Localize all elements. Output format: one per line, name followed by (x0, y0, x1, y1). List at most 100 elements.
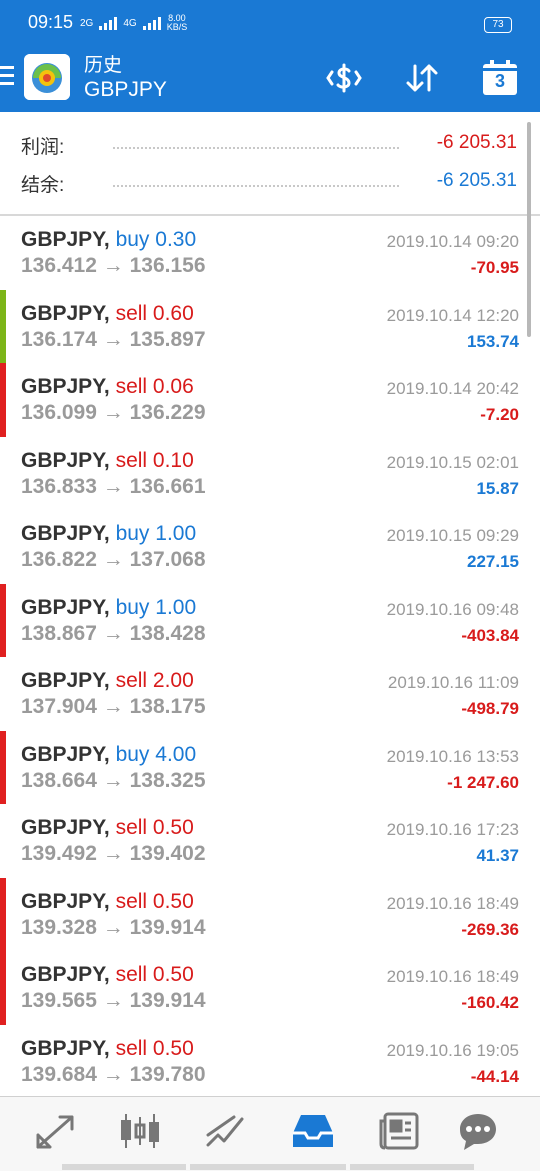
open-price: 139.565 (21, 989, 97, 1012)
arrow-right-icon: → (96, 327, 130, 351)
trade-row[interactable]: GBPJPY, sell 0.60 136.174 → 135.897 2019.1… (0, 289, 540, 364)
trade-profit: -1 247.60 (447, 772, 519, 792)
signal-icon (99, 16, 118, 30)
trade-row[interactable]: GBPJPY, sell 0.10 136.833 → 136.661 2019.1… (0, 436, 540, 511)
currency-icon[interactable] (324, 58, 364, 98)
trade-row[interactable]: GBPJPY, buy 4.00 138.664 → 138.325 2019.10… (0, 730, 540, 805)
trade-volume: 0.10 (152, 448, 194, 472)
arrow-right-icon: → (96, 474, 130, 498)
trade-volume: 0.50 (152, 1036, 194, 1060)
close-price: 139.914 (129, 915, 206, 939)
bottom-nav (0, 1096, 540, 1171)
trade-time: 2019.10.15 09:29 (386, 526, 519, 545)
trade-title: GBPJPY, buy 4.00 (21, 743, 196, 767)
chart-icon[interactable] (118, 1111, 162, 1151)
trade-symbol: GBPJPY, (21, 448, 110, 472)
trade-row[interactable]: GBPJPY, sell 0.50 139.328 → 139.914 2019.1… (0, 877, 540, 952)
trade-time: 2019.10.14 12:20 (386, 305, 519, 325)
trade-side: buy (115, 742, 150, 766)
trade-time: 2019.10.16 19:05 (386, 1040, 519, 1060)
close-price: 136.661 (129, 474, 206, 498)
trade-icon[interactable] (204, 1111, 248, 1151)
hamburger-icon[interactable] (0, 66, 14, 90)
trade-title: GBPJPY, sell 0.10 (21, 449, 194, 473)
trade-list[interactable]: GBPJPY, buy 0.30 136.412 → 136.156 2019.10… (0, 216, 540, 1096)
trade-side: buy (115, 522, 150, 545)
calendar-icon[interactable]: 3 (480, 58, 520, 98)
trade-symbol: GBPJPY, (21, 889, 110, 913)
dotted-leader (113, 147, 399, 149)
nav-indicator (62, 1164, 186, 1170)
network-speed: 8.00 KB/S (167, 14, 188, 32)
trade-profit: 153.74 (467, 331, 519, 351)
balance-value: -6 205.31 (436, 170, 517, 191)
trade-title: GBPJPY, sell 0.50 (21, 816, 194, 840)
loss-indicator-bar (0, 363, 6, 437)
trade-time: 2019.10.14 09:20 (386, 232, 519, 251)
trade-time: 2019.10.16 09:48 (386, 599, 519, 619)
open-price: 136.174 (21, 327, 97, 351)
trade-volume: 0.06 (152, 375, 194, 398)
trade-time: 2019.10.16 18:49 (386, 893, 519, 913)
trade-prices: 138.867 → 138.428 (21, 622, 206, 646)
arrow-right-icon: → (96, 842, 130, 865)
trade-title: GBPJPY, buy 1.00 (21, 522, 196, 546)
trade-side: buy (115, 228, 150, 251)
loss-indicator-bar (0, 730, 6, 804)
trade-volume: 1.00 (155, 595, 197, 619)
trade-side: sell (115, 1036, 148, 1060)
trade-symbol: GBPJPY, (21, 963, 110, 986)
trade-time: 2019.10.16 18:49 (386, 967, 519, 986)
trade-volume: 0.50 (152, 816, 194, 839)
trade-profit: 41.37 (476, 846, 519, 865)
open-price: 136.099 (21, 401, 97, 424)
trade-row[interactable]: GBPJPY, sell 0.06 136.099 → 136.229 2019.1… (0, 363, 540, 438)
balance-label: 结余: (21, 175, 65, 196)
trade-row[interactable]: GBPJPY, buy 1.00 136.822 → 137.068 2019.10… (0, 510, 540, 585)
history-icon[interactable] (291, 1111, 335, 1151)
close-price: 139.780 (129, 1062, 206, 1086)
network-b-label: 4G (123, 17, 137, 29)
battery-icon: 73 (484, 17, 512, 33)
sort-icon[interactable] (402, 58, 442, 98)
trade-prices: 137.904 → 138.175 (21, 695, 206, 719)
trade-row[interactable]: GBPJPY, sell 0.50 139.492 → 139.402 2019.1… (0, 804, 540, 879)
trade-prices: 136.822 → 137.068 (21, 548, 206, 572)
chat-icon[interactable] (456, 1111, 500, 1151)
profit-label: 利润: (21, 137, 65, 158)
trade-title: GBPJPY, buy 1.00 (21, 596, 196, 620)
trade-volume: 2.00 (152, 669, 194, 692)
quotes-icon[interactable] (34, 1111, 78, 1151)
trade-row[interactable]: GBPJPY, buy 1.00 138.867 → 138.428 2019.10… (0, 583, 540, 658)
arrow-right-icon: → (96, 254, 130, 277)
trade-time: 2019.10.15 02:01 (386, 452, 519, 472)
app-logo (24, 54, 70, 100)
scrollbar[interactable] (527, 122, 531, 337)
trade-side: sell (115, 448, 148, 472)
trade-time: 2019.10.14 20:42 (386, 379, 519, 398)
trade-row[interactable]: GBPJPY, sell 0.50 139.684 → 139.780 2019.1… (0, 1024, 540, 1096)
trade-side: sell (115, 375, 148, 398)
trade-row[interactable]: GBPJPY, buy 0.30 136.412 → 136.156 2019.10… (0, 216, 540, 291)
trade-profit: -403.84 (461, 625, 519, 645)
trade-symbol: GBPJPY, (21, 1036, 110, 1060)
news-icon[interactable] (377, 1111, 421, 1151)
open-price: 138.664 (21, 768, 97, 792)
trade-profit: -160.42 (461, 993, 519, 1012)
trade-row[interactable]: GBPJPY, sell 2.00 137.904 → 138.175 2019.1… (0, 657, 540, 732)
app-bar: 历史 GBPJPY 3 (0, 44, 540, 112)
close-price: 138.175 (129, 695, 206, 718)
trade-title: GBPJPY, sell 2.00 (21, 669, 194, 693)
profit-indicator-bar (0, 289, 6, 363)
profit-value: -6 205.31 (436, 132, 517, 153)
trade-profit: -7.20 (480, 405, 519, 424)
arrow-right-icon: → (96, 768, 130, 792)
open-price: 139.328 (21, 915, 97, 939)
trade-side: sell (115, 301, 148, 325)
trade-volume: 0.60 (152, 301, 194, 325)
trade-row[interactable]: GBPJPY, sell 0.50 139.565 → 139.914 2019.1… (0, 951, 540, 1026)
arrow-right-icon: → (96, 1062, 130, 1086)
trade-profit: 15.87 (476, 478, 519, 498)
open-price: 139.684 (21, 1062, 97, 1086)
trade-time: 2019.10.16 17:23 (386, 820, 519, 839)
